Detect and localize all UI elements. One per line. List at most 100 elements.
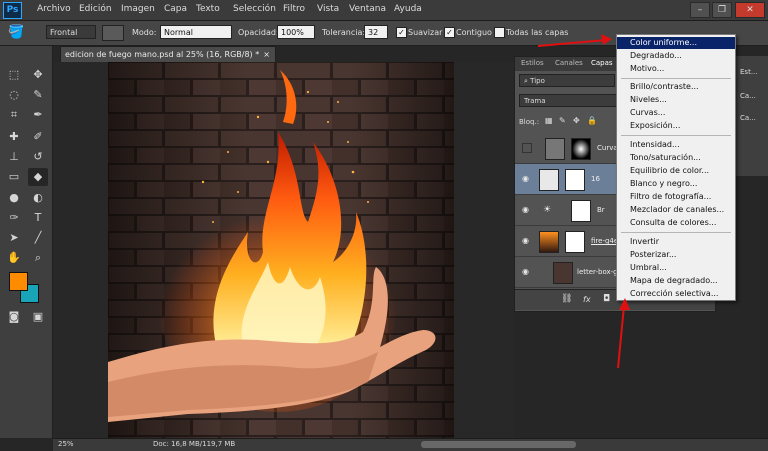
path-select-tool-icon[interactable]: ➤ — [4, 229, 24, 247]
menu-archivo[interactable]: Archivo — [37, 4, 71, 14]
zoom-level[interactable]: 25% — [58, 440, 74, 448]
contiguous-label: Contiguo — [456, 28, 492, 37]
blend-mode-select[interactable]: Trama — [519, 94, 619, 107]
antialias-checkbox[interactable]: ✓ — [396, 27, 407, 38]
eraser-tool-icon[interactable]: ▭ — [4, 168, 24, 186]
lock-all-icon[interactable]: 🔒 — [587, 116, 597, 125]
antialias-label: Suavizar — [408, 28, 443, 37]
menu-imagen[interactable]: Imagen — [121, 4, 155, 14]
menu-texto[interactable]: Texto — [196, 4, 220, 14]
menu-item-consulta-colores[interactable]: Consulta de colores... — [617, 217, 735, 229]
stamp-tool-icon[interactable]: ⊥ — [4, 148, 24, 166]
quick-select-tool-icon[interactable]: ✎ — [28, 86, 48, 104]
blur-tool-icon[interactable]: ● — [4, 189, 24, 207]
eyedropper-tool-icon[interactable]: ✒ — [28, 106, 48, 124]
fire-hand-image — [108, 62, 454, 438]
layer-name: fire-g4e — [591, 237, 619, 245]
document-tab[interactable]: edicion de fuego mano.psd al 25% (16, RG… — [60, 46, 276, 62]
menu-ayuda[interactable]: Ayuda — [394, 4, 422, 14]
menu-item-brillo-contraste[interactable]: Brillo/contraste... — [617, 81, 735, 93]
panel-shortcut-estilos[interactable]: Est... — [740, 68, 758, 76]
menu-item-blanco-negro[interactable]: Blanco y negro... — [617, 178, 735, 190]
type-tool-icon[interactable]: T — [28, 209, 48, 227]
contiguous-checkbox[interactable]: ✓ — [444, 27, 455, 38]
menu-item-motivo[interactable]: Motivo... — [617, 63, 735, 75]
move-tool-icon[interactable]: ✥ — [28, 66, 48, 84]
close-icon[interactable]: ✕ — [735, 2, 765, 18]
lasso-tool-icon[interactable]: ◌ — [4, 86, 24, 104]
lock-pixels-icon[interactable]: ✎ — [559, 116, 566, 125]
menu-item-filtro-fotografia[interactable]: Filtro de fotografía... — [617, 191, 735, 203]
foreground-color-swatch[interactable] — [9, 272, 28, 291]
eye-icon[interactable]: ◉ — [522, 205, 529, 214]
menu-vista[interactable]: Vista — [317, 4, 339, 14]
menu-edicion[interactable]: Edición — [79, 4, 112, 14]
marquee-tool-icon[interactable]: ⬚ — [4, 66, 24, 84]
restore-icon[interactable]: ❐ — [712, 2, 732, 18]
minimize-icon[interactable]: – — [690, 2, 710, 18]
menu-separator — [621, 78, 731, 79]
quick-mask-icon[interactable]: ◙ — [4, 308, 24, 326]
menu-seleccion[interactable]: Selección — [233, 4, 276, 14]
panel-shortcut-canales[interactable]: Ca... — [740, 92, 756, 100]
menu-item-mezclador-canales[interactable]: Mezclador de canales... — [617, 204, 735, 216]
menu-item-tono-saturacion[interactable]: Tono/saturación... — [617, 152, 735, 164]
opacity-field[interactable]: 100% — [277, 25, 315, 39]
layer-filter-select[interactable]: ⌕ Tipo — [519, 74, 615, 87]
fill-source-select[interactable]: Frontal — [46, 25, 96, 39]
menu-item-posterizar[interactable]: Posterizar... — [617, 249, 735, 261]
layer-mask-thumb — [571, 138, 591, 160]
menu-item-exposicion[interactable]: Exposición... — [617, 120, 735, 132]
menu-item-mapa-degradado[interactable]: Mapa de degradado... — [617, 275, 735, 287]
menu-filtro[interactable]: Filtro — [283, 4, 305, 14]
menu-item-color-uniforme[interactable]: Color uniforme... — [617, 37, 735, 49]
eye-icon[interactable]: ◉ — [522, 236, 529, 245]
mode-label: Modo: — [132, 28, 157, 37]
document-canvas[interactable] — [108, 62, 454, 438]
brush-tool-icon[interactable]: ✐ — [28, 128, 48, 146]
healing-tool-icon[interactable]: ✚ — [4, 128, 24, 146]
menu-capa[interactable]: Capa — [164, 4, 187, 14]
paint-bucket-icon[interactable]: ◆ — [28, 168, 48, 186]
tab-capas[interactable]: Capas — [591, 59, 613, 67]
zoom-tool-icon[interactable]: ⌕ — [28, 249, 48, 267]
screen-mode-icon[interactable]: ▣ — [28, 308, 48, 326]
mode-select[interactable]: Normal — [160, 25, 232, 39]
paint-bucket-tool-icon[interactable]: 🪣 — [8, 24, 38, 42]
tolerance-field[interactable]: 32 — [364, 25, 388, 39]
visibility-toggle[interactable] — [522, 143, 532, 153]
link-icon[interactable]: ⛓ — [561, 294, 572, 304]
menu-item-invertir[interactable]: Invertir — [617, 236, 735, 248]
all-layers-checkbox[interactable] — [494, 27, 505, 38]
menu-separator — [621, 232, 731, 233]
menu-item-intensidad[interactable]: Intensidad... — [617, 139, 735, 151]
arrow-line-bottom — [617, 305, 625, 369]
mask-icon[interactable]: ◘ — [603, 294, 610, 304]
pen-tool-icon[interactable]: ✑ — [4, 209, 24, 227]
pattern-picker[interactable] — [102, 25, 124, 41]
dodge-tool-icon[interactable]: ◐ — [28, 189, 48, 207]
layer-name: Br — [597, 206, 605, 214]
line-tool-icon[interactable]: ╱ — [28, 229, 48, 247]
lock-transparency-icon[interactable]: ▦ — [545, 116, 553, 125]
eye-icon[interactable]: ◉ — [522, 267, 529, 276]
crop-tool-icon[interactable]: ⌗ — [4, 106, 24, 124]
menu-item-equilibrio-color[interactable]: Equilibrio de color... — [617, 165, 735, 177]
tab-estilos[interactable]: Estilos — [521, 59, 544, 67]
menu-item-niveles[interactable]: Niveles... — [617, 94, 735, 106]
menu-item-curvas[interactable]: Curvas... — [617, 107, 735, 119]
lock-position-icon[interactable]: ✥ — [573, 116, 580, 125]
menu-item-correccion-selectiva[interactable]: Corrección selectiva... — [617, 288, 735, 300]
layer-mask-thumb — [565, 169, 585, 191]
tab-canales[interactable]: Canales — [555, 59, 583, 67]
hand-tool-icon[interactable]: ✋ — [4, 249, 24, 267]
menu-ventana[interactable]: Ventana — [349, 4, 386, 14]
history-brush-tool-icon[interactable]: ↺ — [28, 148, 48, 166]
menu-item-degradado[interactable]: Degradado... — [617, 50, 735, 62]
eye-icon[interactable]: ◉ — [522, 174, 529, 183]
fx-icon[interactable]: fx — [583, 295, 591, 304]
panel-shortcut-capas[interactable]: Ca... — [740, 114, 756, 122]
horizontal-scrollbar[interactable] — [421, 441, 576, 448]
close-tab-icon[interactable]: × — [263, 47, 270, 63]
menu-item-umbral[interactable]: Umbral... — [617, 262, 735, 274]
